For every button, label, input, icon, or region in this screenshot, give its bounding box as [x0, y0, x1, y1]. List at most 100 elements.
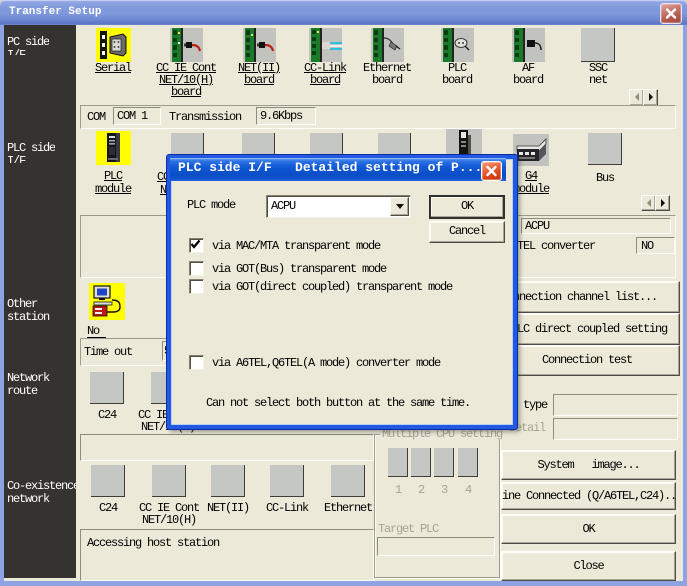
cpu-mode-value: ACPU — [522, 219, 670, 232]
plc-board-icon — [441, 28, 474, 62]
dialog-titlebar[interactable]: PLC side I/F Detailed setting of P... — [170, 158, 506, 181]
checkbox-mac-mta[interactable] — [189, 238, 204, 253]
sidebar-label-pc-side: PC side I/F — [7, 36, 49, 55]
pc-side-option-label: AF board — [496, 62, 560, 86]
com-label: COM — [87, 111, 105, 123]
pc-side-option-plc-board[interactable]: PLC board — [425, 28, 489, 86]
coexistence-option-ethernet[interactable] — [331, 465, 365, 497]
pc-side-option-label: Ethernet board — [355, 62, 419, 86]
section-sidebar: PC side I/F PLC side I/F Other station N… — [4, 25, 76, 578]
dialog-ok-button[interactable]: OK — [429, 195, 505, 219]
arrow-left-icon — [647, 199, 651, 207]
network-route-option-c24[interactable] — [90, 372, 124, 404]
cpu-slot-number: 4 — [465, 484, 471, 496]
com-port-value: COM 1 — [114, 108, 160, 122]
timeout-label: Time out — [84, 346, 132, 358]
window-close-button[interactable] — [660, 3, 682, 24]
coexistence-label: CC IE Cont NET/10(H) — [137, 502, 201, 526]
pc-side-scroll-right-button[interactable] — [643, 89, 658, 106]
dialog-close-button[interactable] — [481, 161, 502, 181]
ok-button[interactable]: OK — [501, 514, 676, 544]
button-label: OK — [430, 196, 504, 212]
cpu-slot-number: 3 — [441, 484, 447, 496]
coexistence-option-c24[interactable] — [91, 465, 125, 497]
checkbox-label: via A6TEL,Q6TEL(A mode) converter mode — [212, 357, 440, 369]
system-image-button[interactable]: System image... — [501, 450, 676, 480]
pc-side-option-ssc-net[interactable]: SSC net — [566, 28, 630, 86]
pc-side-option-ccie-board[interactable]: CC IE Cont NET/10(H) board — [153, 28, 219, 98]
button-label: Cancel — [430, 222, 504, 237]
pc-side-option-label: CC-Link board — [293, 62, 357, 86]
coexistence-option-ccie[interactable] — [152, 465, 186, 497]
checkbox-label: via GOT(Bus) transparent mode — [212, 263, 386, 275]
checkbox-got-bus[interactable] — [189, 261, 204, 276]
pc-side-option-cclink-board[interactable]: CC-Link board — [293, 28, 357, 86]
button-label: OK — [502, 515, 675, 535]
a6tel-converter-label: A6TEL converter — [505, 240, 595, 252]
no-station-icon — [89, 283, 125, 320]
network-route-display-box — [80, 434, 374, 461]
a6tel-converter-value: NO — [637, 238, 674, 252]
checkbox-got-direct[interactable] — [189, 279, 204, 294]
com-port-field[interactable]: COM 1 — [113, 107, 161, 125]
coexistence-label: Ethernet — [316, 502, 380, 514]
pc-side-option-label: SSC net — [566, 62, 630, 86]
cpu-type-field — [553, 394, 678, 416]
checkbox-label: via GOT(direct coupled) transparent mode — [212, 281, 452, 293]
dialog-cancel-button[interactable]: Cancel — [429, 221, 505, 243]
plc-module-icon — [96, 131, 131, 165]
target-plc-field — [377, 537, 495, 556]
plc-side-option-label: Bus — [573, 172, 637, 185]
combobox-dropdown-button[interactable] — [390, 197, 409, 216]
coexistence-label: CC-Link — [255, 502, 319, 514]
sidebar-label-network-route: Network route — [7, 372, 49, 398]
plc-side-option-bus[interactable]: Bus — [573, 133, 637, 185]
serial-icon — [96, 28, 131, 62]
other-station-no-label[interactable]: No — [87, 325, 106, 338]
window-title: Transfer Setup — [9, 6, 101, 18]
net2-board-icon — [243, 28, 276, 62]
pc-side-option-label: PLC board — [425, 62, 489, 86]
plc-side-detail-dialog: PLC side I/F Detailed setting of P... PL… — [167, 155, 517, 429]
check-icon — [190, 239, 201, 250]
other-station-option-no[interactable] — [87, 283, 127, 320]
plc-side-option-plc-module[interactable]: PLC module — [81, 131, 145, 196]
detail-field — [553, 418, 678, 440]
pc-side-option-net2-board[interactable]: NET(II) board — [227, 28, 291, 86]
coexistence-option-cclink[interactable] — [270, 465, 304, 497]
cpu-slot-3[interactable] — [434, 448, 454, 477]
cpu-slot-1[interactable] — [388, 448, 408, 477]
plc-mode-value: ACPU — [267, 196, 410, 212]
dialog-note: Can not select both button at the same t… — [206, 397, 470, 409]
arrow-left-icon — [635, 93, 639, 101]
coexistence-label: NET(II) — [196, 502, 260, 514]
cpu-slot-2[interactable] — [411, 448, 431, 477]
g4-module-icon — [513, 134, 549, 166]
pc-side-option-label: CC IE Cont NET/10(H) board — [153, 62, 219, 98]
plc-mode-combobox[interactable]: ACPU — [266, 195, 411, 218]
coexistence-option-net2[interactable] — [211, 465, 245, 497]
plc-side-option-label: PLC module — [81, 170, 145, 196]
a6tel-converter-field: NO — [636, 237, 675, 254]
plc-side-scroll-right-button[interactable] — [655, 195, 670, 211]
close-button[interactable]: Close — [501, 551, 676, 581]
pc-side-scroll-left-button[interactable] — [629, 89, 644, 106]
line-connected-button[interactable]: ine Connected (Q/A6TEL,C24).. — [501, 482, 676, 510]
transmission-speed-field[interactable]: 9.6Kbps — [256, 107, 316, 125]
button-label: ine Connected (Q/A6TEL,C24).. — [502, 483, 675, 502]
transmission-label: Transmission — [169, 111, 241, 123]
pc-side-option-label: Serial — [81, 62, 145, 74]
cpu-slot-4[interactable] — [458, 448, 478, 477]
target-plc-label: Target PLC — [378, 523, 438, 535]
plc-mode-label: PLC mode — [187, 199, 235, 211]
transmission-speed-value: 9.6Kbps — [257, 108, 315, 122]
multiple-cpu-title: Multiple CPU setting — [380, 428, 504, 440]
window-titlebar[interactable]: Transfer Setup — [0, 0, 687, 25]
pc-side-option-ethernet-board[interactable]: Ethernet board — [355, 28, 419, 86]
plc-side-scroll-left-button[interactable] — [641, 195, 656, 211]
pc-side-option-af-board[interactable]: AF board — [496, 28, 560, 86]
sidebar-label-plc-side: PLC side I/F — [7, 142, 55, 163]
checkbox-a6tel-converter[interactable] — [189, 355, 204, 370]
pc-side-option-serial[interactable]: Serial — [81, 28, 145, 74]
pc-side-option-label: NET(II) board — [227, 62, 291, 86]
